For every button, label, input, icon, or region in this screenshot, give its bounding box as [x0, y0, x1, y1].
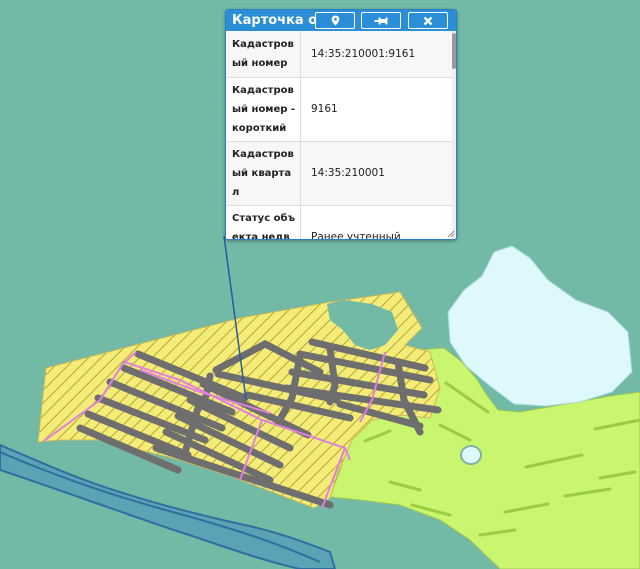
popup-scrollbar[interactable] [452, 31, 456, 239]
table-row: Кадастровый номер 14:35:210001:9161 [226, 31, 452, 78]
locate-button[interactable] [315, 12, 355, 29]
row-label-cadastral-number-short: Кадастровый номер - короткий [226, 77, 301, 142]
popup-body[interactable]: Кадастровый номер 14:35:210001:9161 Када… [226, 31, 456, 239]
pin-button[interactable] [361, 12, 401, 29]
pin-icon [374, 17, 388, 24]
resize-handle-icon[interactable] [447, 230, 455, 238]
popup-title: Карточка объекта [232, 13, 316, 28]
table-row: Кадастровый номер - короткий 9161 [226, 77, 452, 142]
close-icon [423, 16, 433, 25]
attribute-table: Кадастровый номер 14:35:210001:9161 Када… [226, 31, 452, 239]
row-value-cadastral-number-short: 9161 [300, 77, 452, 142]
row-value-object-status: Ранее учтенный [300, 205, 452, 239]
table-row: Кадастровый квартал 14:35:210001 [226, 141, 452, 206]
scrollbar-thumb[interactable] [452, 33, 456, 69]
row-label-cadastral-number: Кадастровый номер [226, 31, 301, 78]
row-label-object-status: Статус объекта недвижимо [226, 205, 301, 239]
table-row: Статус объекта недвижимо Ранее учтенный [226, 205, 452, 239]
close-button[interactable] [408, 12, 448, 29]
pond [460, 445, 482, 465]
map-marker-icon [331, 15, 339, 26]
object-card-popup[interactable]: Карточка объекта Кадастровый номер [225, 9, 457, 240]
row-value-cadastral-number: 14:35:210001:9161 [300, 31, 452, 78]
row-value-cadastral-quarter: 14:35:210001 [300, 141, 452, 206]
row-label-cadastral-quarter: Кадастровый квартал [226, 141, 301, 206]
popup-header[interactable]: Карточка объекта [226, 10, 456, 31]
